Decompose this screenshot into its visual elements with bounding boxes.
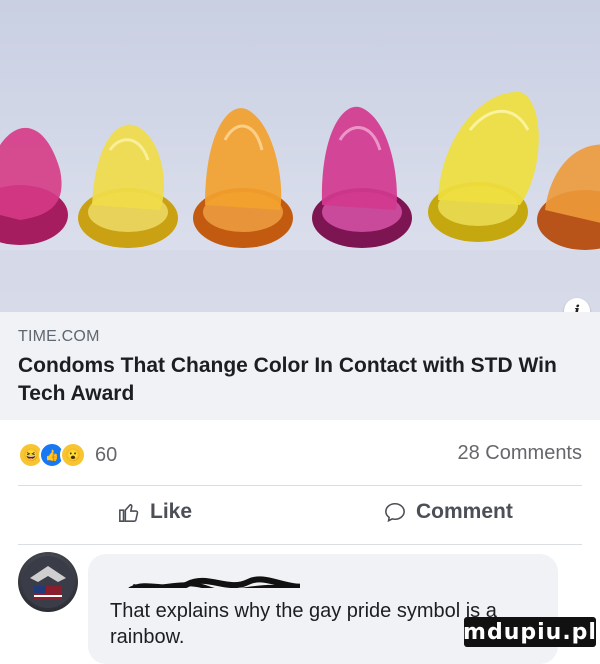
wow-icon: 😮 [60,442,86,468]
link-domain: TIME.COM [18,328,100,345]
comment-icon [385,502,405,523]
divider [18,544,582,545]
comment-button[interactable]: Comment [384,500,513,524]
site-watermark: mdupiu.pl [463,617,596,647]
condom-yellow-2 [428,91,539,242]
comment-label: Comment [416,500,513,523]
post-photo[interactable]: i [0,0,600,312]
commenter-name-redacted[interactable] [110,564,300,588]
divider [18,485,582,486]
like-button[interactable]: Like [118,500,192,524]
link-preview[interactable]: TIME.COM Condoms That Change Color In Co… [0,312,600,420]
condom-pink-left [0,127,68,245]
thumbs-up-icon [119,503,139,522]
redaction-scribble [128,576,300,588]
condom-orange-right [537,144,600,250]
like-label: Like [150,500,193,523]
eagle-flag-avatar-icon [22,556,74,608]
avatar[interactable] [18,552,78,612]
condom-magenta [312,106,412,248]
reaction-count: 60 [95,443,118,466]
condom-yellow-1 [78,124,178,248]
comments-count[interactable]: 28 Comments [458,442,583,465]
condom-orange [193,108,293,248]
condoms-illustration [0,91,600,312]
comment-bubble: That explains why the gay pride symbol i… [88,554,558,664]
link-title[interactable]: Condoms That Change Color In Contact wit… [18,352,578,408]
reaction-summary[interactable]: 😆 👍 😮 60 [18,440,117,470]
